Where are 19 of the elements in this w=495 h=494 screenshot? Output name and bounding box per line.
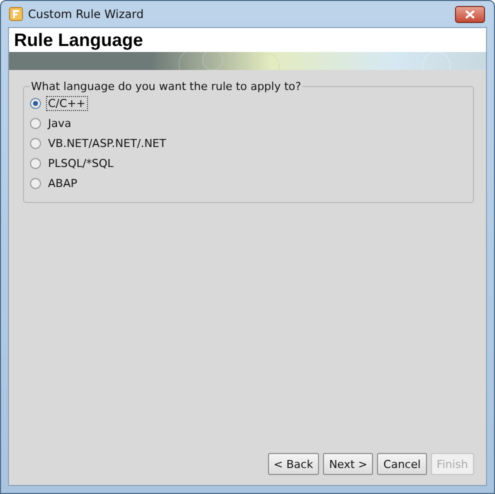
page-title: Rule Language	[14, 30, 144, 50]
radio-button[interactable]	[30, 118, 41, 129]
radio-option[interactable]: C/C++	[30, 95, 467, 112]
wizard-button[interactable]: Cancel	[377, 453, 427, 475]
radio-option[interactable]: PLSQL/*SQL	[30, 155, 467, 172]
radio-button[interactable]	[30, 98, 41, 109]
radio-option[interactable]: VB.NET/ASP.NET/.NET	[30, 135, 467, 152]
window-title: Custom Rule Wizard	[28, 7, 144, 21]
app-icon	[9, 7, 23, 21]
wizard-button[interactable]: < Back	[268, 453, 320, 475]
radio-button[interactable]	[30, 138, 41, 149]
radio-button[interactable]	[30, 158, 41, 169]
close-button[interactable]	[455, 6, 485, 22]
radio-option[interactable]: ABAP	[30, 175, 467, 192]
radio-button[interactable]	[30, 178, 41, 189]
wizard-button[interactable]: Next >	[323, 453, 374, 475]
close-icon	[465, 10, 475, 18]
radio-option[interactable]: Java	[30, 115, 467, 132]
group-legend: What language do you want the rule to apply to?	[30, 80, 302, 93]
